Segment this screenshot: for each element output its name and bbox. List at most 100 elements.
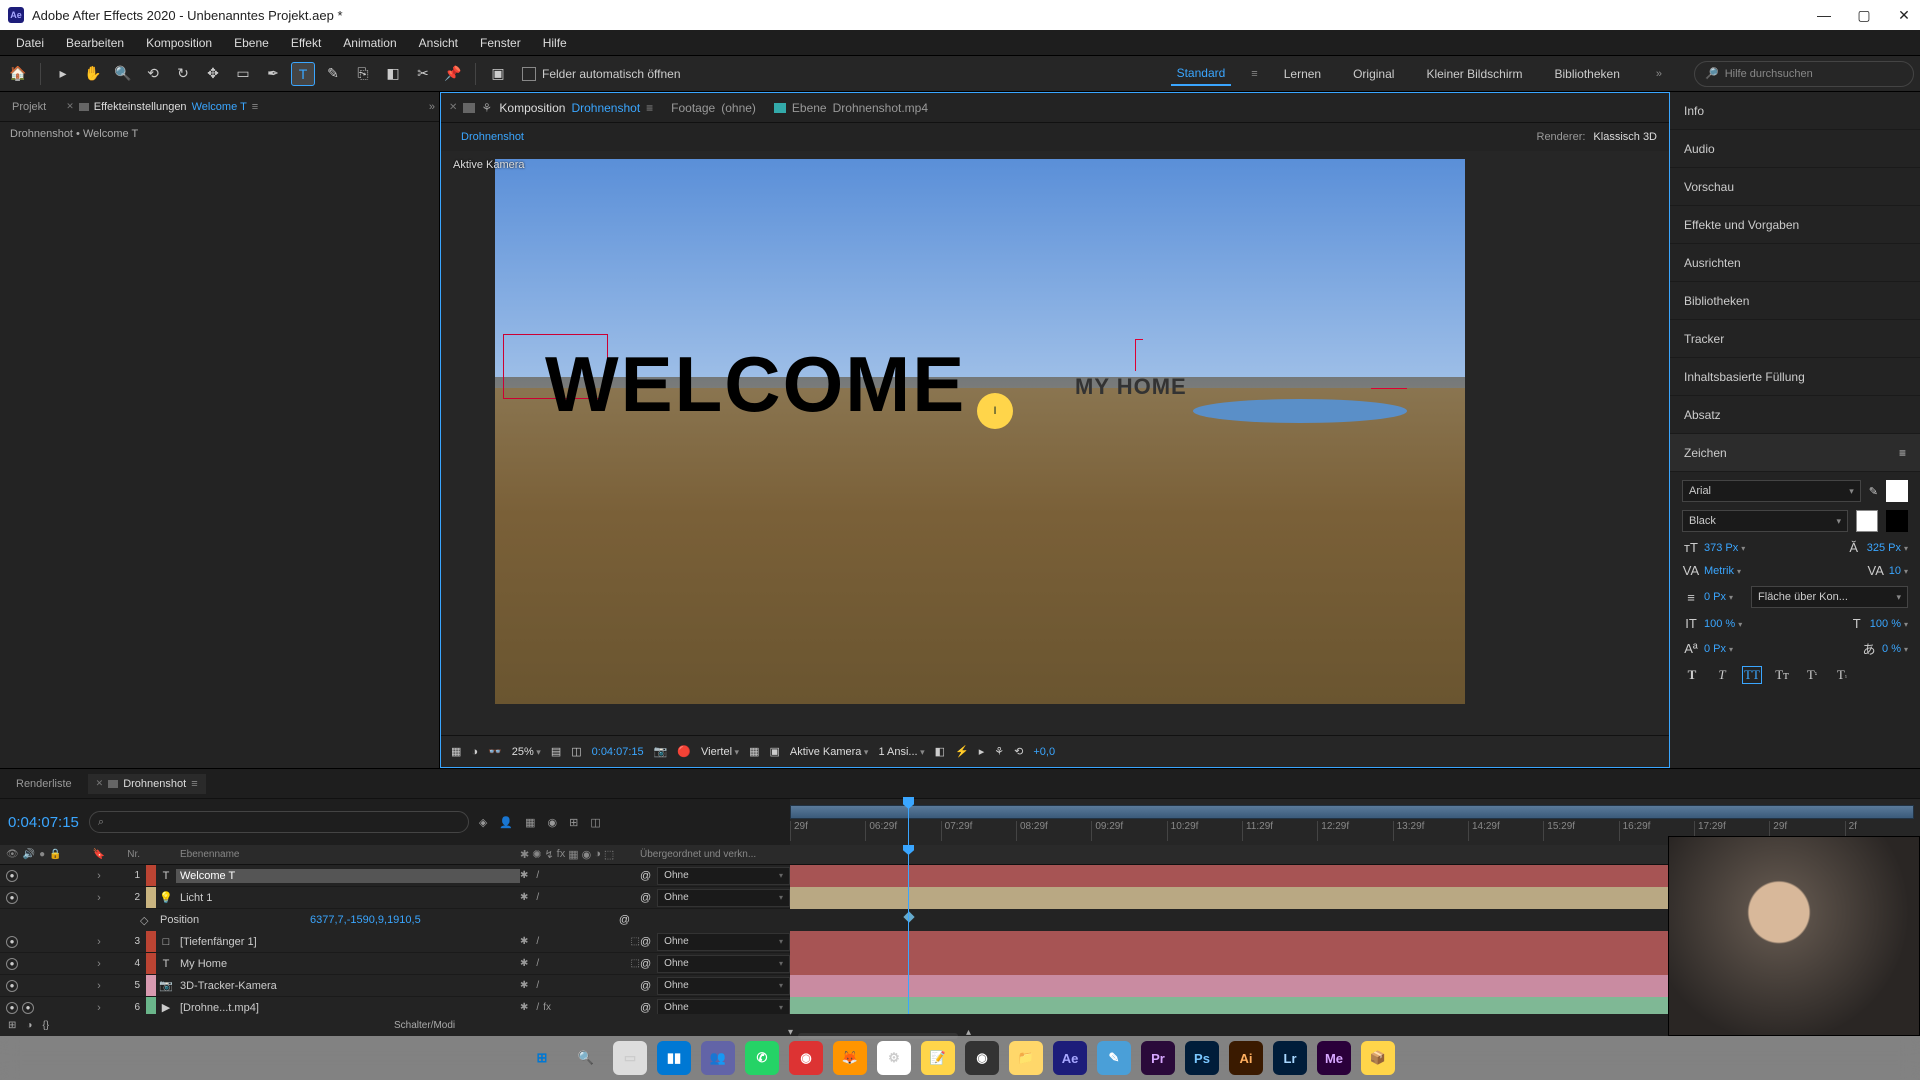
menu-ansicht[interactable]: Ansicht bbox=[409, 33, 468, 53]
menu-animation[interactable]: Animation bbox=[333, 33, 406, 53]
layer-name[interactable]: [Tiefenfänger 1] bbox=[176, 936, 520, 948]
taskbar-pr[interactable]: Pr bbox=[1141, 1041, 1175, 1075]
panel-content-aware[interactable]: Inhaltsbasierte Füllung bbox=[1670, 358, 1920, 396]
menu-hilfe[interactable]: Hilfe bbox=[533, 33, 577, 53]
camera-select[interactable]: Aktive Kamera bbox=[790, 746, 869, 758]
eraser-tool[interactable]: ◧ bbox=[381, 62, 405, 86]
visibility-toggle[interactable] bbox=[6, 892, 18, 904]
selection-tool[interactable]: ▸ bbox=[51, 62, 75, 86]
expand-toggle[interactable]: › bbox=[86, 936, 112, 948]
stroke-width-field[interactable]: 0 Px bbox=[1704, 591, 1733, 603]
eye-col-icon[interactable]: 👁 bbox=[6, 849, 19, 860]
pen-tool[interactable]: ✒ bbox=[261, 62, 285, 86]
taskbar-app-gold[interactable]: 📦 bbox=[1361, 1041, 1395, 1075]
vscale-field[interactable]: 100 % bbox=[1704, 618, 1742, 630]
anchor-tool[interactable]: ✥ bbox=[201, 62, 225, 86]
leading-field[interactable]: 325 Px bbox=[1867, 542, 1908, 554]
comp-mini-icon[interactable]: ◈ bbox=[479, 816, 487, 829]
taskbar-app-yellow[interactable]: 📝 bbox=[921, 1041, 955, 1075]
shy-col-icon[interactable]: 🔖 bbox=[86, 849, 112, 860]
menu-komposition[interactable]: Komposition bbox=[136, 33, 222, 53]
label-color[interactable] bbox=[146, 931, 156, 952]
close-icon[interactable]: ✕ bbox=[66, 101, 74, 112]
menu-ebene[interactable]: Ebene bbox=[224, 33, 279, 53]
renderer-label[interactable]: Renderer:Klassisch 3D bbox=[1537, 131, 1658, 143]
layer-row[interactable]: ›1TWelcome T✱/@Ohne bbox=[0, 865, 790, 887]
clone-tool[interactable]: ⎘ bbox=[351, 62, 375, 86]
layer-name[interactable]: [Drohne...t.mp4] bbox=[176, 1002, 520, 1014]
panel-audio[interactable]: Audio bbox=[1670, 130, 1920, 168]
allcaps-button[interactable]: TT bbox=[1742, 666, 1762, 684]
taskbar-teams[interactable]: 👥 bbox=[701, 1041, 735, 1075]
flowchart-icon[interactable]: ⚘ bbox=[481, 101, 493, 115]
orbit-tool[interactable]: ⟲ bbox=[141, 62, 165, 86]
eyedropper-icon[interactable]: ✎ bbox=[1869, 485, 1878, 498]
expand-toggle[interactable]: › bbox=[86, 870, 112, 882]
layer-row[interactable]: ›6▶[Drohne...t.mp4]✱/fx@Ohne bbox=[0, 997, 790, 1014]
toggle-modes-icon[interactable]: ◑ bbox=[26, 1020, 32, 1031]
snapshot-icon[interactable]: 📷 bbox=[654, 745, 668, 758]
text-layer-myhome[interactable]: MY HOME bbox=[1075, 374, 1187, 400]
timeline-search[interactable]: ⌕ bbox=[89, 811, 469, 833]
tsume-field[interactable]: 0 % bbox=[1882, 643, 1908, 655]
layer-switches[interactable]: ✱/ bbox=[520, 870, 640, 881]
subscript-button[interactable]: T₁ bbox=[1832, 666, 1852, 684]
3d-icon[interactable]: 👓 bbox=[488, 745, 502, 758]
transparency-icon[interactable]: ▦ bbox=[749, 745, 759, 758]
parent-select[interactable]: Ohne bbox=[657, 889, 790, 907]
pickwhip-icon[interactable]: @ bbox=[640, 892, 651, 904]
taskbar-explorer[interactable]: 📁 bbox=[1009, 1041, 1043, 1075]
brush-tool[interactable]: ✎ bbox=[321, 62, 345, 86]
zoom-tool[interactable]: 🔍 bbox=[111, 62, 135, 86]
superscript-button[interactable]: T¹ bbox=[1802, 666, 1822, 684]
pickwhip-icon[interactable]: @ bbox=[640, 958, 651, 970]
resolution-icon[interactable]: ▤ bbox=[551, 745, 561, 758]
bold-button[interactable]: T bbox=[1682, 666, 1702, 684]
parent-select[interactable]: Ohne bbox=[657, 977, 790, 995]
visibility-toggle[interactable] bbox=[6, 980, 18, 992]
expand-toggle[interactable]: › bbox=[86, 980, 112, 992]
bg-swatch[interactable] bbox=[1886, 510, 1908, 532]
layer-row[interactable]: ›3□[Tiefenfänger 1]✱/⬚@Ohne bbox=[0, 931, 790, 953]
timeline-timecode[interactable]: 0:04:07:15 bbox=[8, 814, 79, 831]
kerning-field[interactable]: Metrik bbox=[1704, 565, 1741, 577]
quality-select[interactable]: Viertel bbox=[701, 746, 739, 758]
snap-icon[interactable]: ▣ bbox=[486, 62, 510, 86]
work-area-bar[interactable] bbox=[790, 805, 1914, 819]
pixel-aspect-icon[interactable]: ◧ bbox=[935, 745, 945, 758]
panel-info[interactable]: Info bbox=[1670, 92, 1920, 130]
taskbar-app[interactable]: ▮▮ bbox=[657, 1041, 691, 1075]
comp-chip[interactable]: Drohnenshot bbox=[453, 129, 532, 145]
panel-libraries[interactable]: Bibliotheken bbox=[1670, 282, 1920, 320]
taskbar-obs[interactable]: ◉ bbox=[965, 1041, 999, 1075]
layer-switches[interactable]: ✱/⬚ bbox=[520, 958, 640, 969]
mask-icon[interactable]: ◑ bbox=[471, 746, 478, 758]
tab-layer[interactable]: Ebene Drohnenshot.mp4 bbox=[774, 101, 928, 115]
property-value[interactable]: 6377,7,-1590,9,1910,5 bbox=[310, 914, 421, 926]
graph-icon[interactable]: ⊞ bbox=[569, 816, 578, 829]
views-select[interactable]: 1 Ansi... bbox=[878, 746, 924, 758]
property-row[interactable]: ◇Position6377,7,-1590,9,1910,5@ bbox=[0, 909, 790, 931]
alpha-icon[interactable]: ▦ bbox=[451, 745, 461, 758]
label-color[interactable] bbox=[146, 887, 156, 908]
panel-menu-icon[interactable]: ≡ bbox=[1899, 446, 1906, 460]
font-style-select[interactable]: Black bbox=[1682, 510, 1848, 532]
expand-toggle[interactable]: › bbox=[86, 958, 112, 970]
expand-toggle[interactable]: › bbox=[86, 892, 112, 904]
exposure-value[interactable]: +0,0 bbox=[1033, 746, 1055, 758]
roto-tool[interactable]: ✂ bbox=[411, 62, 435, 86]
text-layer-welcome[interactable]: WELCOME bbox=[545, 339, 966, 430]
tab-project[interactable]: Projekt bbox=[4, 97, 54, 117]
panel-tracker[interactable]: Tracker bbox=[1670, 320, 1920, 358]
exposure-reset-icon[interactable]: ⟲ bbox=[1014, 745, 1023, 758]
taskbar-me[interactable]: Me bbox=[1317, 1041, 1351, 1075]
workspace-original[interactable]: Original bbox=[1347, 63, 1400, 85]
layer-switches[interactable]: ✱/fx bbox=[520, 1002, 640, 1013]
workspace-lernen[interactable]: Lernen bbox=[1278, 63, 1327, 85]
playhead[interactable] bbox=[908, 799, 909, 845]
visibility-toggle[interactable] bbox=[6, 936, 18, 948]
taskbar-firefox[interactable]: 🦊 bbox=[833, 1041, 867, 1075]
tab-composition[interactable]: ✕ ⚘ Komposition Drohnenshot ≡ bbox=[449, 101, 653, 115]
stroke-mode-select[interactable]: Fläche über Kon... bbox=[1751, 586, 1908, 608]
close-icon[interactable]: ✕ bbox=[96, 778, 104, 789]
